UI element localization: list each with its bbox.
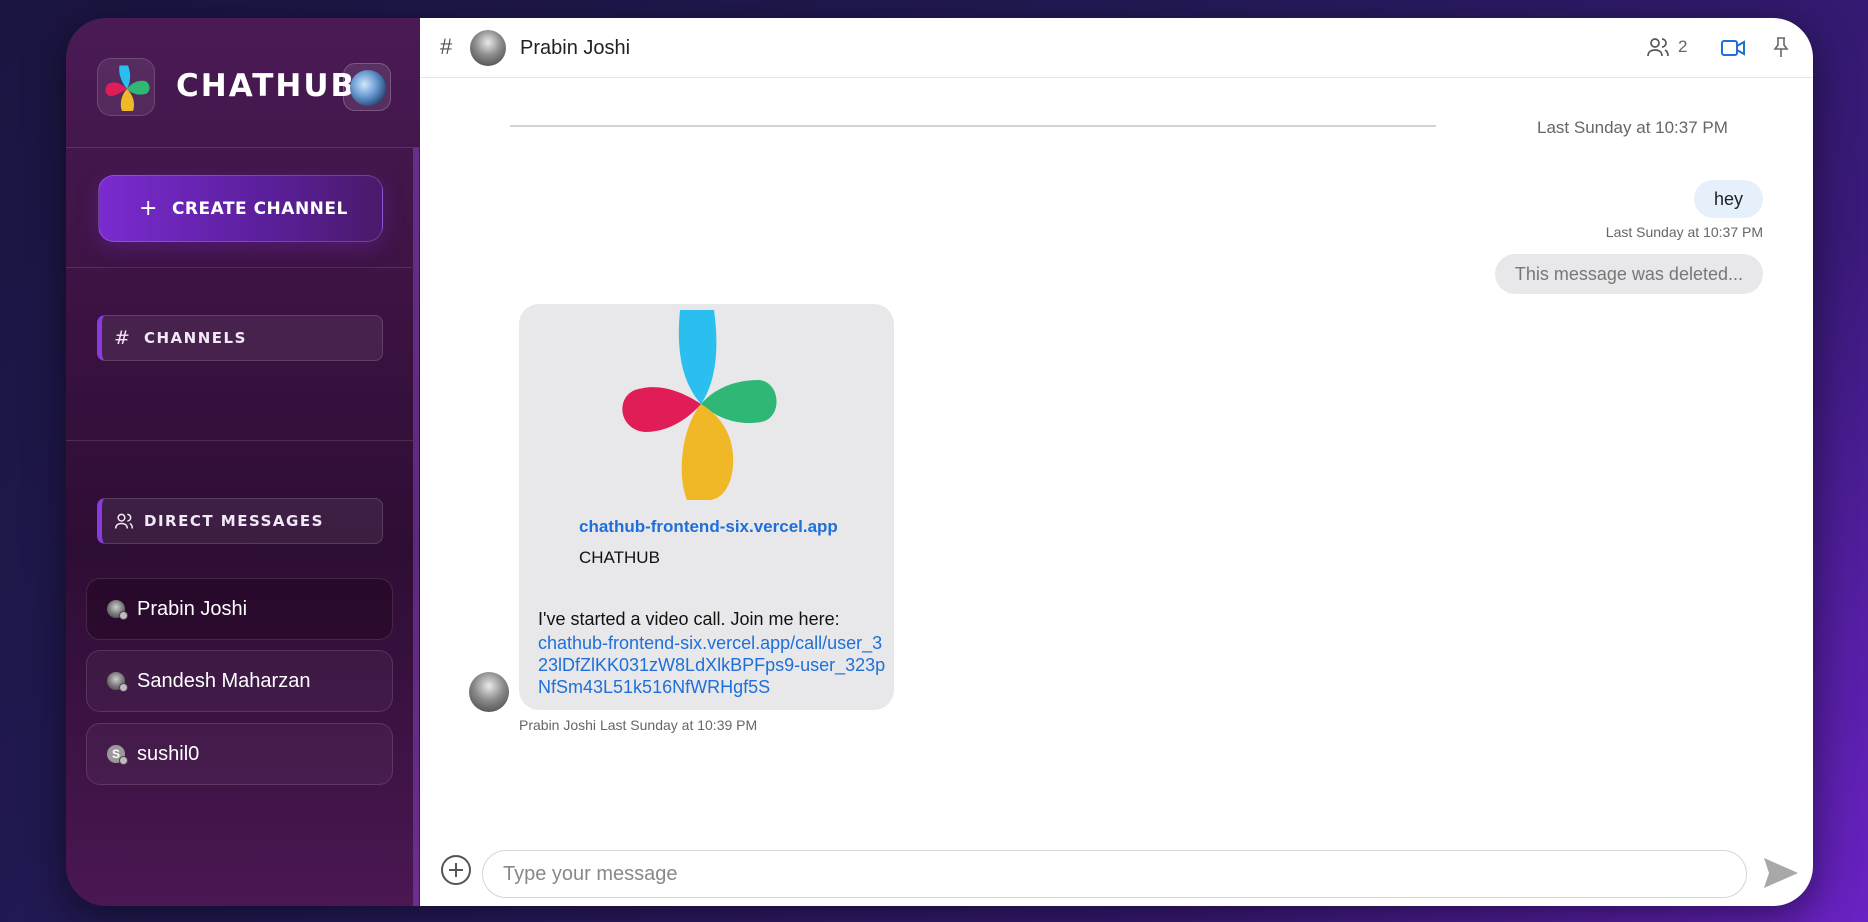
call-link[interactable]: chathub-frontend-six.vercel.app/call/use… <box>538 632 888 698</box>
link-preview-title[interactable]: chathub-frontend-six.vercel.app <box>579 517 838 537</box>
chathub-logo-icon <box>622 310 777 500</box>
hash-icon: # <box>440 34 453 59</box>
avatar[interactable] <box>469 672 509 712</box>
chathub-app: CHATHUB + CREATE CHANNEL # CHANNELS DIRE… <box>66 18 1813 906</box>
divider <box>66 440 413 441</box>
video-icon[interactable] <box>1720 38 1746 58</box>
channels-label: CHANNELS <box>144 329 247 347</box>
message-input[interactable] <box>482 850 1747 898</box>
dm-item-prabin-joshi[interactable]: Prabin Joshi <box>86 578 393 640</box>
direct-messages-section-header[interactable]: DIRECT MESSAGES <box>97 498 383 544</box>
date-separator-line <box>510 125 1436 127</box>
pin-icon[interactable] <box>1772 36 1790 58</box>
avatar <box>107 672 128 692</box>
message-meta: Prabin Joshi Last Sunday at 10:39 PM <box>519 717 757 733</box>
date-separator-label: Last Sunday at 10:37 PM <box>1537 118 1728 137</box>
channels-section-header[interactable]: # CHANNELS <box>97 315 383 361</box>
direct-messages-label: DIRECT MESSAGES <box>144 512 324 530</box>
divider <box>66 267 413 268</box>
add-attachment-icon[interactable] <box>440 854 472 886</box>
brand-title: CHATHUB <box>176 68 357 104</box>
dm-item-sandesh-maharzan[interactable]: Sandesh Maharzan <box>86 650 393 712</box>
plus-icon: + <box>139 196 158 221</box>
chat-header: # Prabin Joshi 2 <box>420 18 1813 78</box>
deleted-message: This message was deleted... <box>1494 254 1763 294</box>
users-icon <box>1647 38 1669 57</box>
sidebar-scrollbar[interactable] <box>413 148 419 906</box>
create-channel-label: CREATE CHANNEL <box>171 198 348 219</box>
send-icon[interactable] <box>1762 856 1800 890</box>
sidebar: CHATHUB + CREATE CHANNEL # CHANNELS DIRE… <box>66 18 420 906</box>
message-timestamp: Last Sunday at 10:37 PM <box>1605 224 1763 240</box>
chathub-logo-icon <box>97 58 155 116</box>
message-author: Prabin Joshi <box>519 717 597 733</box>
users-icon <box>114 511 144 531</box>
dm-name: sushil0 <box>137 742 200 765</box>
dm-name: Sandesh Maharzan <box>137 669 311 692</box>
dm-item-sushil0[interactable]: S sushil0 <box>86 723 393 785</box>
avatar <box>470 30 506 66</box>
my-message-bubble[interactable]: hey <box>1693 180 1763 218</box>
create-channel-button[interactable]: + CREATE CHANNEL <box>98 175 383 242</box>
channel-title: Prabin Joshi <box>520 37 631 59</box>
user-avatar[interactable] <box>343 63 391 111</box>
chat-main: # Prabin Joshi 2 Last Sunday at 10:37 PM… <box>420 18 1813 906</box>
link-preview-message[interactable]: chathub-frontend-six.vercel.app CHATHUB … <box>519 304 894 710</box>
members-button[interactable]: 2 <box>1646 35 1687 59</box>
avatar <box>107 600 128 620</box>
member-count: 2 <box>1678 37 1688 56</box>
message-text: I've started a video call. Join me here: <box>538 609 840 629</box>
avatar: S <box>107 745 128 765</box>
message-timestamp: Last Sunday at 10:39 PM <box>599 717 758 733</box>
hash-icon: # <box>114 327 132 349</box>
link-preview-site: CHATHUB <box>579 548 660 567</box>
dm-name: Prabin Joshi <box>137 597 248 620</box>
brand-header: CHATHUB <box>66 18 420 148</box>
